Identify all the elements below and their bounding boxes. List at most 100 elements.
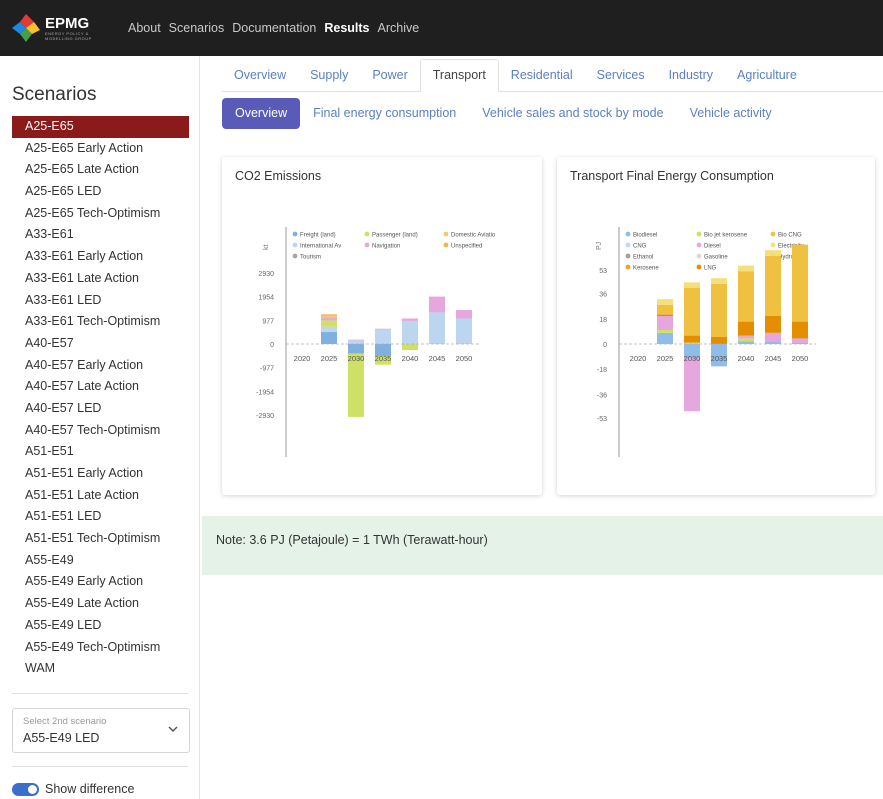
bar-segment <box>657 332 673 344</box>
y-tick-label: -1954 <box>256 389 274 396</box>
scenario-item[interactable]: WAM <box>12 658 189 680</box>
co2-emissions-card: CO2 Emissions Freight (land) Internationa… <box>222 157 542 495</box>
y-tick-label: -18 <box>597 367 607 374</box>
nav-link-archive[interactable]: Archive <box>378 21 420 35</box>
scenario-item[interactable]: A40-E57 <box>12 333 189 355</box>
nav-link-scenarios[interactable]: Scenarios <box>169 21 225 35</box>
bar-segment <box>321 314 337 316</box>
bar-segment <box>711 278 727 284</box>
legend-label: Kerosene <box>633 265 659 271</box>
subtab-vehicle-sales-and-stock-by-mode[interactable]: Vehicle sales and stock by mode <box>469 98 676 129</box>
scenario-item[interactable]: A25-E65 LED <box>12 181 189 203</box>
x-tick-label: 2045 <box>765 354 782 363</box>
bar-segment <box>321 331 337 344</box>
legend-label: Biodiesel <box>633 232 657 238</box>
y-tick-label: 18 <box>599 317 607 324</box>
bar-segment <box>657 299 673 305</box>
legend-marker <box>770 231 776 237</box>
subtab-vehicle-activity[interactable]: Vehicle activity <box>677 98 785 129</box>
x-tick-label: 2030 <box>348 354 365 363</box>
show-difference-toggle[interactable] <box>12 782 39 796</box>
scenario-item[interactable]: A55-E49 Early Action <box>12 571 189 593</box>
legend-marker <box>770 242 776 248</box>
brand-logo[interactable]: EPMG ENERGY POLICY & MODELLING GROUP <box>10 6 114 50</box>
scenario-item[interactable]: A33-E61 LED <box>12 290 189 312</box>
scenario-item[interactable]: A40-E57 Tech-Optimism <box>12 420 189 442</box>
bar-segment <box>429 296 445 313</box>
scenario-item[interactable]: A55-E49 Late Action <box>12 593 189 615</box>
scenario-item[interactable]: A25-E65 Late Action <box>12 159 189 181</box>
chevron-down-icon <box>168 726 178 733</box>
tab-residential[interactable]: Residential <box>499 68 585 91</box>
toggle-knob <box>28 784 37 794</box>
scenario-item[interactable]: A33-E61 Tech-Optimism <box>12 311 189 333</box>
x-tick-label: 2020 <box>294 354 311 363</box>
legend-label: Tourism <box>300 254 321 260</box>
x-tick-label: 2050 <box>792 354 809 363</box>
scenario-item[interactable]: A40-E57 Early Action <box>12 355 189 377</box>
select-placeholder: Select 2nd scenario <box>23 716 107 727</box>
scenario-item[interactable]: A51-E51 <box>12 441 189 463</box>
scenario-item[interactable]: A51-E51 Tech-Optimism <box>12 528 189 550</box>
nav-link-about[interactable]: About <box>128 21 161 35</box>
select-value: A55-E49 LED <box>23 731 100 745</box>
scenario-item[interactable]: A40-E57 LED <box>12 398 189 420</box>
scenario-item[interactable]: A33-E61 <box>12 224 189 246</box>
show-difference-row: Show difference <box>12 782 134 796</box>
tab-power[interactable]: Power <box>360 68 419 91</box>
nav-links: About Scenarios Documentation Results Archiv… <box>128 21 427 35</box>
tab-overview[interactable]: Overview <box>222 68 298 91</box>
x-tick-label: 2035 <box>711 354 728 363</box>
y-axis-label: kt <box>263 245 270 251</box>
legend-label: LNG <box>704 265 717 271</box>
scenario-item[interactable]: A55-E49 LED <box>12 615 189 637</box>
bar-segment <box>402 344 418 351</box>
scenario-item[interactable]: A25-E65 <box>12 116 189 138</box>
tab-agriculture[interactable]: Agriculture <box>725 68 809 91</box>
bar-segment <box>657 316 673 330</box>
scenario-item[interactable]: A51-E51 Early Action <box>12 463 189 485</box>
nav-link-results[interactable]: Results <box>324 21 369 35</box>
scenario-item[interactable]: A33-E61 Late Action <box>12 268 189 290</box>
note-banner: Note: 3.6 PJ (Petajoule) = 1 TWh (Terawa… <box>202 516 883 575</box>
bar-segment <box>429 312 445 344</box>
bar-segment <box>792 338 808 343</box>
bar-segment <box>738 265 754 272</box>
bar-segment <box>738 338 754 342</box>
tab-industry[interactable]: Industry <box>657 68 725 91</box>
tab-supply[interactable]: Supply <box>298 68 360 91</box>
brand-subtitle: ENERGY POLICY & MODELLING GROUP <box>45 30 92 41</box>
bar-segment <box>738 271 754 322</box>
second-scenario-select[interactable]: Select 2nd scenario A55-E49 LED <box>12 708 190 753</box>
scenario-list: A25-E65 A25-E65 Early Action A25-E65 Late … <box>12 116 189 680</box>
tab-transport[interactable]: Transport <box>419 59 499 92</box>
legend-marker <box>443 242 449 248</box>
subtab-final-energy-consumption[interactable]: Final energy consumption <box>300 98 469 129</box>
bar-segment <box>738 335 754 339</box>
scenario-item[interactable]: A33-E61 Early Action <box>12 246 189 268</box>
subtab-overview[interactable]: Overview <box>222 98 301 129</box>
scenario-item[interactable]: A51-E51 LED <box>12 506 189 528</box>
scenario-item[interactable]: A25-E65 Tech-Optimism <box>12 203 189 225</box>
bar-segment <box>684 288 700 336</box>
x-tick-label: 2040 <box>738 354 755 363</box>
legend-marker <box>292 253 298 259</box>
legend-marker <box>696 242 702 248</box>
scenario-item[interactable]: A25-E65 Early Action <box>12 138 189 160</box>
y-tick-label: 36 <box>599 292 607 299</box>
scenario-item[interactable]: A55-E49 Tech-Optimism <box>12 637 189 659</box>
y-tick-label: -36 <box>597 392 607 399</box>
bar-segment <box>765 255 781 316</box>
bar-segment <box>321 326 337 332</box>
y-tick-label: 2930 <box>258 271 274 278</box>
transport-energy-card: Transport Final Energy Consumption Biodi… <box>557 157 875 495</box>
nav-link-documentation[interactable]: Documentation <box>232 21 316 35</box>
legend-marker <box>292 231 298 237</box>
legend-label: CNG <box>633 243 647 249</box>
legend-marker <box>292 242 298 248</box>
scenario-item[interactable]: A40-E57 Late Action <box>12 376 189 398</box>
tab-services[interactable]: Services <box>585 68 657 91</box>
scenario-item[interactable]: A55-E49 <box>12 550 189 572</box>
legend-marker <box>364 231 370 237</box>
scenario-item[interactable]: A51-E51 Late Action <box>12 485 189 507</box>
